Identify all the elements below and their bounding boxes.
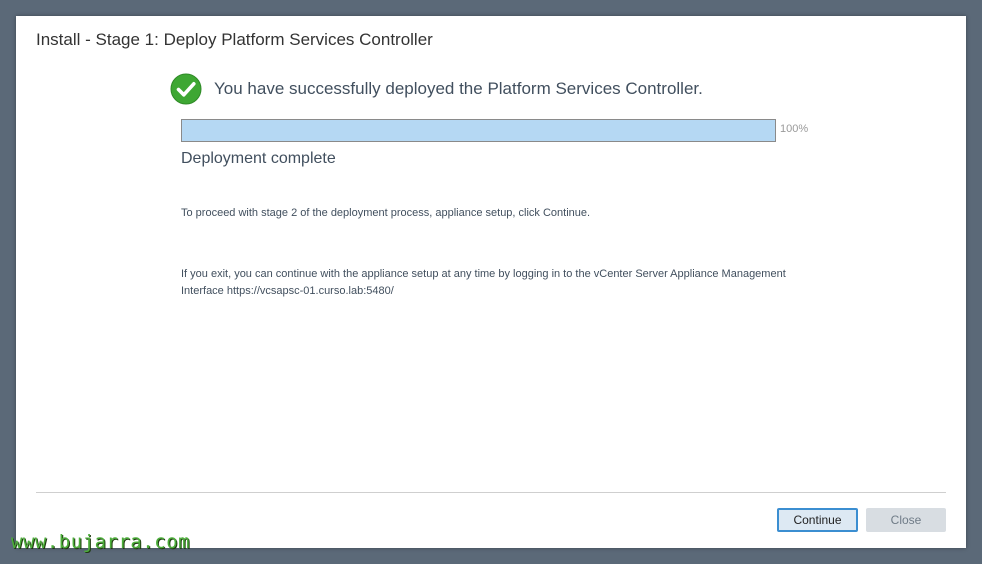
watermark: www.bujarra.com bbox=[11, 531, 191, 553]
footer-divider bbox=[36, 492, 946, 493]
info-exit-text: If you exit, you can continue with the a… bbox=[181, 268, 786, 297]
info-continue-text: To proceed with stage 2 of the deploymen… bbox=[181, 207, 591, 219]
check-circle-icon bbox=[170, 73, 202, 105]
dialog-title: Install - Stage 1: Deploy Platform Servi… bbox=[36, 30, 433, 49]
close-button[interactable]: Close bbox=[866, 508, 946, 532]
continue-button[interactable]: Continue bbox=[777, 508, 858, 532]
progress-bar bbox=[181, 119, 776, 142]
success-row: You have successfully deployed the Platf… bbox=[170, 73, 703, 105]
success-message: You have successfully deployed the Platf… bbox=[214, 79, 703, 98]
deployment-status: Deployment complete bbox=[181, 150, 336, 167]
install-dialog: Install - Stage 1: Deploy Platform Servi… bbox=[16, 16, 966, 548]
progress-percent: 100% bbox=[780, 123, 809, 135]
progress-fill bbox=[182, 120, 775, 141]
